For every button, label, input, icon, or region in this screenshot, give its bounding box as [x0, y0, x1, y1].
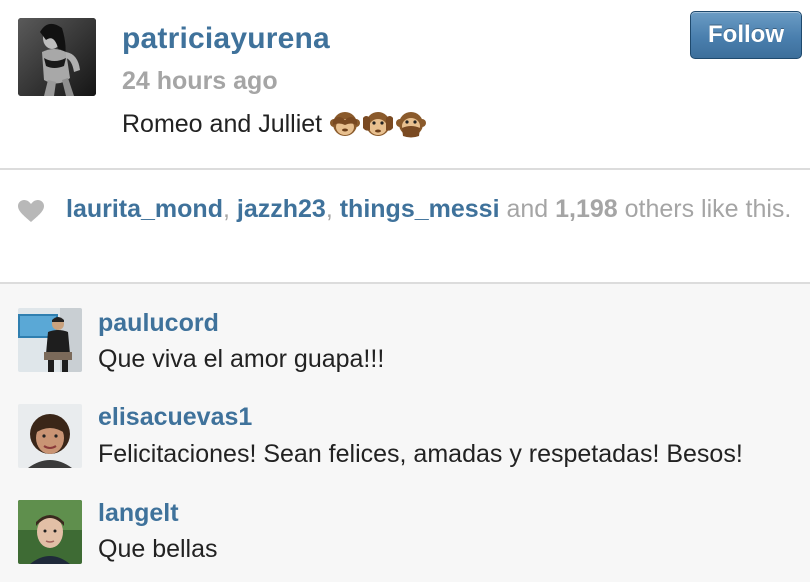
- likes-section: [0, 170, 810, 282]
- comment-text: Que viva el amor guapa!!!: [98, 345, 385, 373]
- speak-no-evil-monkey-icon: [396, 112, 427, 138]
- avatar[interactable]: [18, 308, 82, 372]
- follow-button[interactable]: Follow: [690, 11, 802, 59]
- post-header: patriciayurena 24 hours ago Romeo and Ju…: [0, 0, 810, 168]
- avatar[interactable]: [18, 404, 82, 468]
- liker-link[interactable]: things_messi: [340, 195, 500, 223]
- post-timestamp: 24 hours ago: [122, 67, 278, 95]
- avatar[interactable]: [18, 500, 82, 564]
- post-caption: Romeo and Julliet: [122, 108, 427, 140]
- comment-username[interactable]: paulucord: [98, 309, 219, 338]
- comment-username[interactable]: elisacuevas1: [98, 403, 252, 432]
- liker-link[interactable]: laurita_mond: [66, 195, 223, 223]
- comments-list: paulucord Que viva el amor guapa!!! elis…: [0, 284, 810, 582]
- post-username[interactable]: patriciayurena: [122, 22, 330, 56]
- comment-username[interactable]: langelt: [98, 499, 179, 528]
- caption-emojis: [328, 108, 427, 140]
- hear-no-evil-monkey-icon: [363, 112, 394, 136]
- likes-suffix: others like this.: [617, 195, 792, 223]
- comment-text: Que bellas: [98, 535, 218, 563]
- likes-separator: ,: [325, 195, 340, 223]
- likes-and: and: [499, 195, 556, 223]
- heart-icon[interactable]: [17, 199, 45, 223]
- likes-count[interactable]: 1,198: [555, 195, 618, 223]
- liker-link[interactable]: jazzh23: [237, 195, 326, 223]
- caption-text: Romeo and Julliet: [122, 109, 323, 138]
- likes-text: laurita_mond, jazzh23, things_messi and …: [66, 193, 796, 225]
- avatar[interactable]: [18, 18, 96, 96]
- see-no-evil-monkey-icon: [330, 112, 361, 136]
- comment-text: Felicitaciones! Sean felices, amadas y r…: [98, 440, 743, 468]
- likes-separator: ,: [222, 195, 237, 223]
